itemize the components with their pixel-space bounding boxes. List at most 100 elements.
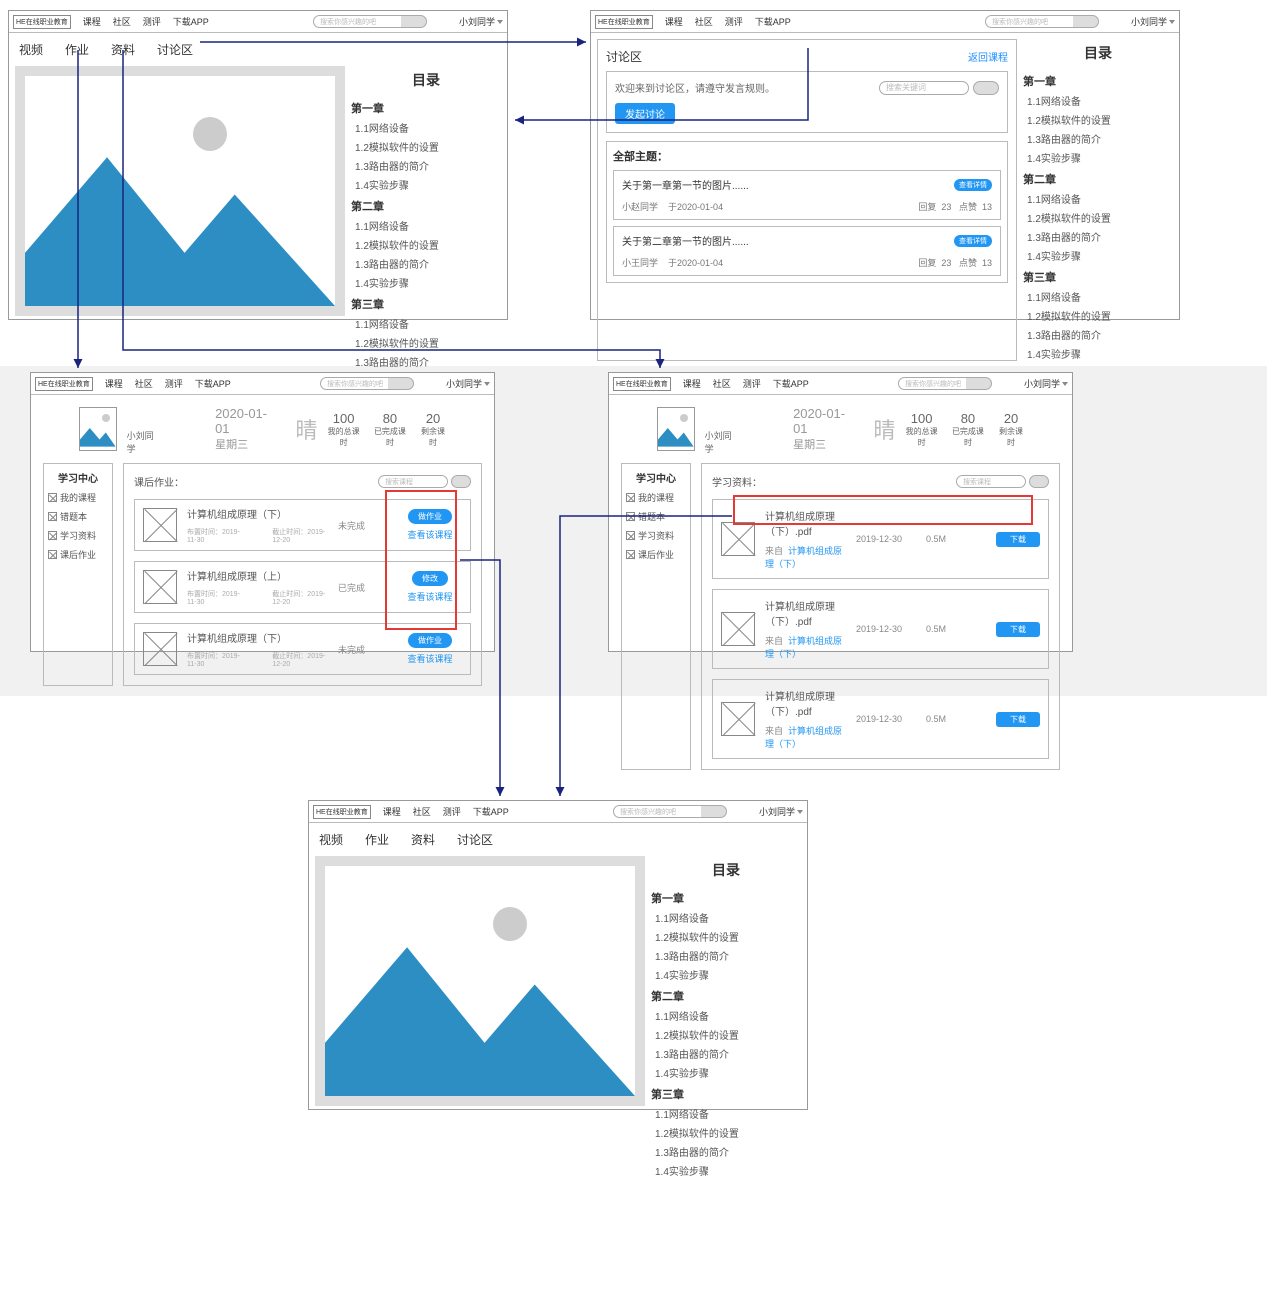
nav-courses[interactable]: 课程 [665, 15, 683, 28]
nav-download[interactable]: 下载APP [755, 15, 791, 28]
study-nav-item[interactable]: 学习资料 [48, 529, 108, 542]
download-button[interactable]: 下载 [996, 712, 1040, 727]
toc-chapter-head[interactable]: 第二章 [1023, 171, 1173, 187]
do-homework-button[interactable]: 做作业 [408, 633, 452, 648]
toc-item[interactable]: 1.2模拟软件的设置 [655, 929, 801, 944]
toc-chapter-head[interactable]: 第一章 [1023, 73, 1173, 89]
user-menu[interactable]: 小刘同学 [1131, 15, 1175, 28]
view-detail-button[interactable]: 查看详情 [954, 179, 992, 191]
study-nav-item[interactable]: 课后作业 [48, 548, 108, 561]
toc-item[interactable]: 1.2模拟软件的设置 [355, 335, 501, 350]
nav-community[interactable]: 社区 [135, 377, 153, 390]
nav-courses[interactable]: 课程 [83, 15, 101, 28]
search-button[interactable] [388, 377, 414, 390]
toc-item[interactable]: 1.2模拟软件的设置 [655, 1125, 801, 1140]
view-course-link[interactable]: 查看该课程 [398, 652, 462, 665]
toc-item[interactable]: 1.3路由器的简介 [355, 354, 501, 369]
user-menu[interactable]: 小刘同学 [446, 377, 490, 390]
study-nav-item[interactable]: 课后作业 [626, 548, 686, 561]
nav-courses[interactable]: 课程 [383, 805, 401, 818]
tab-homework[interactable]: 作业 [65, 41, 89, 58]
toc-item[interactable]: 1.4实验步骤 [655, 1163, 801, 1178]
nav-courses[interactable]: 课程 [105, 377, 123, 390]
discuss-search-button[interactable] [973, 81, 999, 95]
nav-community[interactable]: 社区 [713, 377, 731, 390]
new-discuss-button[interactable]: 发起讨论 [615, 103, 675, 124]
course-search[interactable]: 搜索课程 [956, 475, 1049, 488]
view-course-link[interactable]: 查看该课程 [398, 590, 462, 603]
toc-item[interactable]: 1.1网络设备 [355, 316, 501, 331]
toc-chapter-head[interactable]: 第一章 [351, 100, 501, 116]
toc-item[interactable]: 1.1网络设备 [355, 120, 501, 135]
nav-test[interactable]: 测评 [725, 15, 743, 28]
search-button[interactable] [1073, 15, 1099, 28]
toc-item[interactable]: 1.2模拟软件的设置 [655, 1027, 801, 1042]
search-button[interactable] [966, 377, 992, 390]
tab-materials[interactable]: 资料 [411, 831, 435, 848]
nav-test[interactable]: 测评 [165, 377, 183, 390]
user-menu[interactable]: 小刘同学 [759, 805, 803, 818]
tab-homework[interactable]: 作业 [365, 831, 389, 848]
do-homework-button[interactable]: 修改 [412, 571, 448, 586]
course-search[interactable]: 搜索课程 [378, 475, 471, 488]
nav-download[interactable]: 下载APP [173, 15, 209, 28]
tab-materials[interactable]: 资料 [111, 41, 135, 58]
toc-item[interactable]: 1.3路由器的简介 [655, 1144, 801, 1159]
search-input[interactable]: 搜索你感兴趣的吧 [613, 805, 713, 818]
study-nav-item[interactable]: 错题本 [48, 510, 108, 523]
study-nav-item[interactable]: 错题本 [626, 510, 686, 523]
toc-item[interactable]: 1.3路由器的简介 [655, 1046, 801, 1061]
toc-item[interactable]: 1.3路由器的简介 [355, 158, 501, 173]
toc-item[interactable]: 1.2模拟软件的设置 [355, 237, 501, 252]
toc-item[interactable]: 1.2模拟软件的设置 [1027, 308, 1173, 323]
course-search-input[interactable]: 搜索课程 [378, 475, 448, 488]
toc-item[interactable]: 1.2模拟软件的设置 [1027, 210, 1173, 225]
tab-discuss[interactable]: 讨论区 [457, 831, 493, 848]
toc-item[interactable]: 1.3路由器的简介 [1027, 131, 1173, 146]
thread[interactable]: 关于第二章第一节的图片......查看详情 小王同学 于2020-01-04 回… [613, 226, 1001, 276]
nav-community[interactable]: 社区 [413, 805, 431, 818]
toc-item[interactable]: 1.3路由器的简介 [655, 948, 801, 963]
nav-download[interactable]: 下载APP [473, 805, 509, 818]
course-search-input[interactable]: 搜索课程 [956, 475, 1026, 488]
discuss-search[interactable]: 搜索关键词 [879, 81, 999, 95]
download-button[interactable]: 下载 [996, 622, 1040, 637]
view-detail-button[interactable]: 查看详情 [954, 235, 992, 247]
course-search-button[interactable] [451, 475, 471, 488]
toc-item[interactable]: 1.1网络设备 [1027, 191, 1173, 206]
nav-community[interactable]: 社区 [695, 15, 713, 28]
do-homework-button[interactable]: 做作业 [408, 509, 452, 524]
toc-item[interactable]: 1.3路由器的简介 [1027, 229, 1173, 244]
nav-test[interactable]: 测评 [143, 15, 161, 28]
tab-video[interactable]: 视频 [319, 831, 343, 848]
user-menu[interactable]: 小刘同学 [1024, 377, 1068, 390]
toc-chapter-head[interactable]: 第三章 [1023, 269, 1173, 285]
toc-item[interactable]: 1.4实验步骤 [355, 275, 501, 290]
nav-download[interactable]: 下载APP [195, 377, 231, 390]
top-search[interactable]: 搜索你感兴趣的吧 [320, 377, 414, 390]
toc-item[interactable]: 1.3路由器的简介 [355, 256, 501, 271]
toc-item[interactable]: 1.1网络设备 [1027, 289, 1173, 304]
toc-item[interactable]: 1.4实验步骤 [1027, 150, 1173, 165]
study-nav-item[interactable]: 我的课程 [626, 491, 686, 504]
avatar[interactable] [79, 407, 117, 451]
top-search[interactable]: 搜索你感兴趣的吧 [613, 805, 727, 818]
toc-item[interactable]: 1.1网络设备 [655, 1106, 801, 1121]
course-search-button[interactable] [1029, 475, 1049, 488]
search-button[interactable] [701, 805, 727, 818]
toc-item[interactable]: 1.4实验步骤 [655, 1065, 801, 1080]
toc-item[interactable]: 1.4实验步骤 [1027, 248, 1173, 263]
video-placeholder[interactable] [315, 856, 645, 1106]
study-nav-item[interactable]: 我的课程 [48, 491, 108, 504]
discuss-search-input[interactable]: 搜索关键词 [879, 81, 969, 95]
tab-discuss[interactable]: 讨论区 [157, 41, 193, 58]
toc-item[interactable]: 1.4实验步骤 [355, 177, 501, 192]
nav-community[interactable]: 社区 [113, 15, 131, 28]
toc-item[interactable]: 1.1网络设备 [355, 218, 501, 233]
avatar[interactable] [657, 407, 695, 451]
top-search[interactable]: 搜索你感兴趣的吧 [313, 15, 427, 28]
toc-item[interactable]: 1.1网络设备 [655, 1008, 801, 1023]
tab-video[interactable]: 视频 [19, 41, 43, 58]
nav-download[interactable]: 下载APP [773, 377, 809, 390]
toc-item[interactable]: 1.2模拟软件的设置 [355, 139, 501, 154]
